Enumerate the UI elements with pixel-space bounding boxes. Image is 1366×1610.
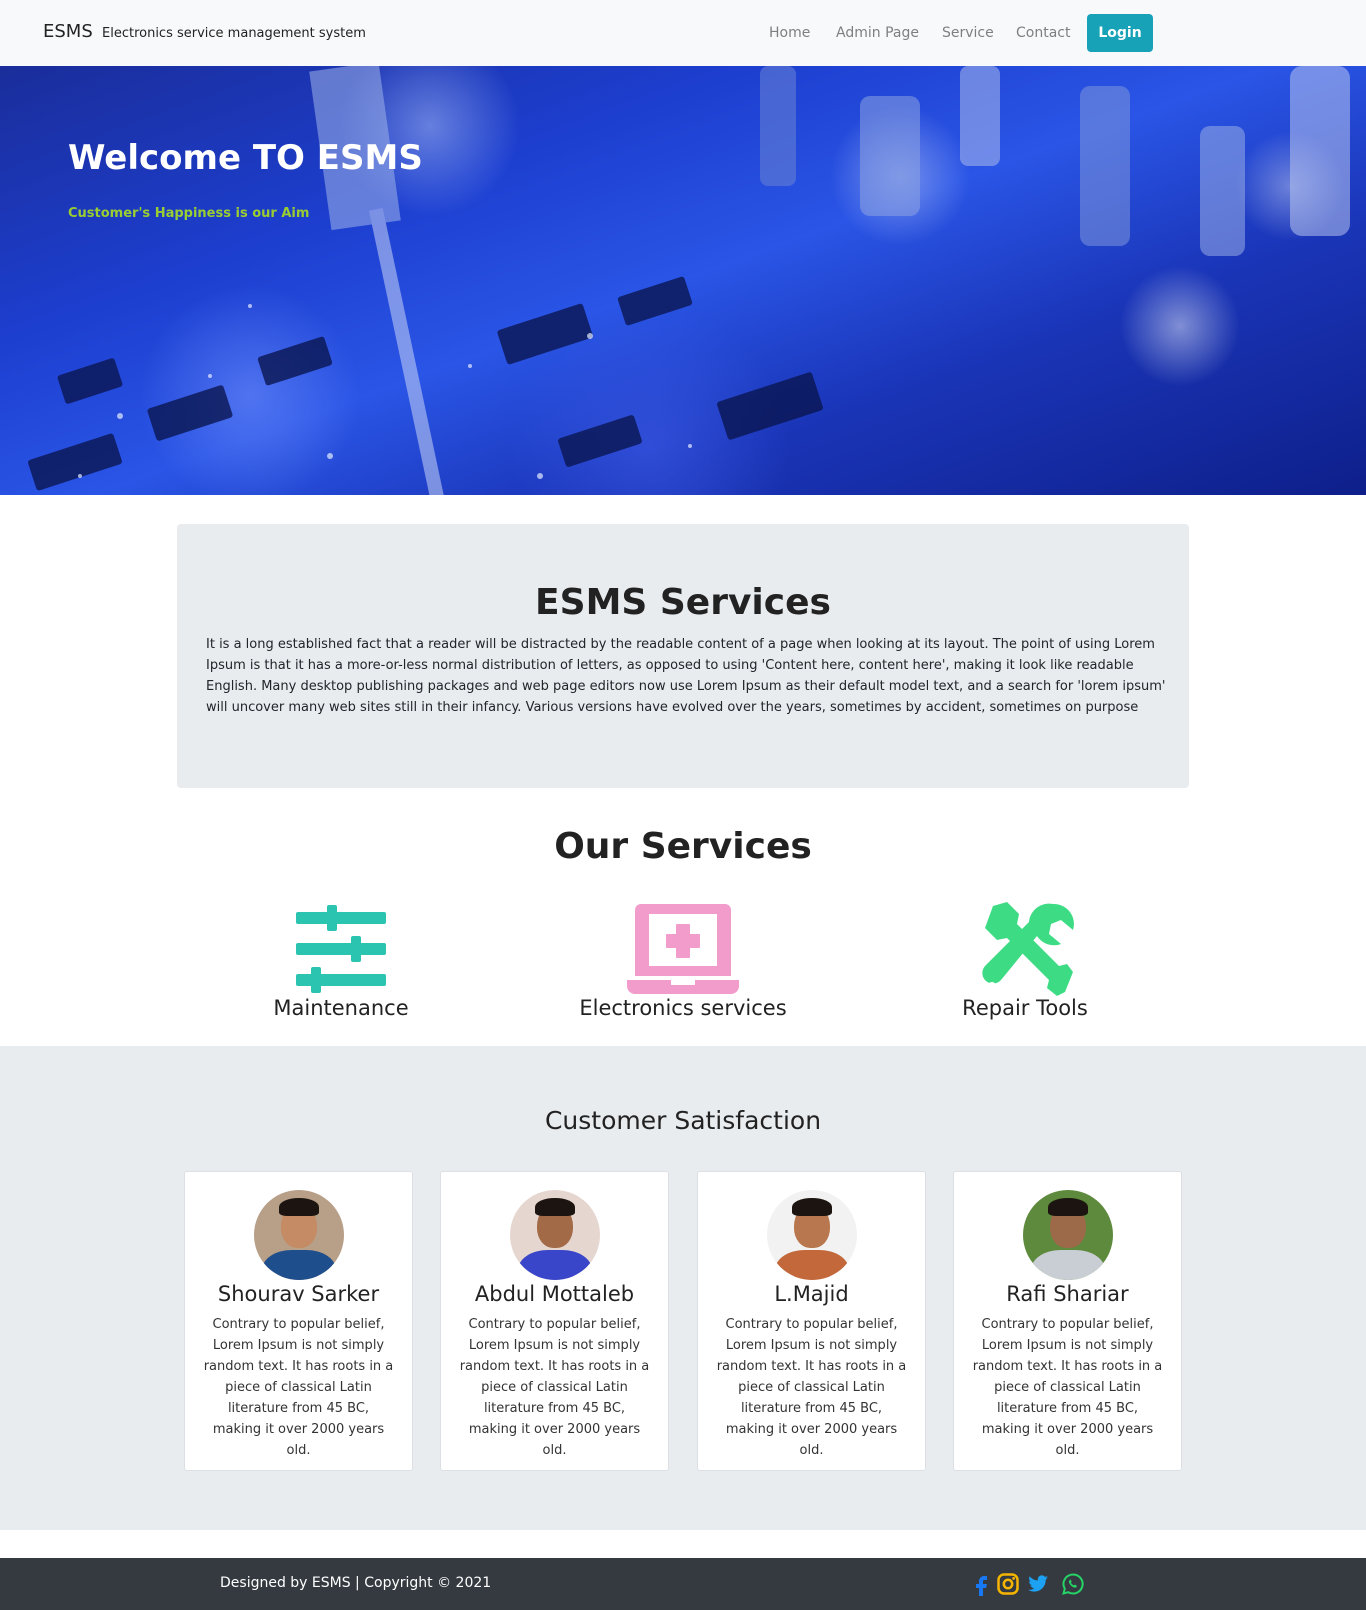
sliders-icon	[296, 905, 386, 993]
service-item-electronics: Electronics services	[553, 900, 813, 1020]
whatsapp-icon[interactable]	[1061, 1572, 1085, 1596]
about-title: ESMS Services	[535, 582, 831, 623]
testimonial-text: Contrary to popular belief, Lorem Ipsum …	[716, 1317, 907, 1458]
services-title: Our Services	[554, 826, 812, 867]
service-label-maintenance: Maintenance	[273, 996, 409, 1020]
service-item-maintenance: Maintenance	[211, 900, 471, 1020]
nav-contact-link[interactable]: Contact	[1016, 25, 1070, 41]
testimonial-card: Shourav Sarker Contrary to popular belie…	[184, 1171, 413, 1471]
avatar	[509, 1190, 600, 1280]
hero-title: Welcome TO ESMS	[68, 138, 423, 178]
nav-home-link[interactable]: Home	[769, 25, 810, 41]
circuit-board-background	[28, 66, 1350, 495]
facebook-icon[interactable]	[970, 1572, 994, 1596]
avatar	[1022, 1190, 1113, 1280]
avatar	[253, 1190, 344, 1280]
testimonial-text: Contrary to popular belief, Lorem Ipsum …	[459, 1317, 650, 1458]
footer-copyright: Designed by ESMS | Copyright © 2021	[220, 1575, 492, 1591]
top-navbar: ESMS Electronics service management syst…	[0, 0, 1366, 66]
testimonial-text: Contrary to popular belief, Lorem Ipsum …	[203, 1317, 394, 1458]
avatar	[766, 1190, 857, 1280]
nav-admin-page-link[interactable]: Admin Page	[836, 25, 919, 41]
testimonial-name: L.Majid	[774, 1282, 849, 1306]
hero-tagline: Customer's Happiness is our Aim	[68, 206, 310, 221]
service-label-electronics: Electronics services	[579, 996, 787, 1020]
customer-satisfaction-section: Customer Satisfaction Shourav Sarker Con…	[0, 1046, 1366, 1530]
service-label-repair-tools: Repair Tools	[962, 996, 1088, 1020]
testimonial-text: Contrary to popular belief, Lorem Ipsum …	[972, 1317, 1163, 1458]
laptop-medical-icon	[627, 904, 739, 994]
customer-satisfaction-title: Customer Satisfaction	[544, 1106, 822, 1135]
about-panel: ESMS Services It is a long established f…	[177, 524, 1189, 788]
hero-banner: Welcome TO ESMS Customer's Happiness is …	[0, 66, 1366, 495]
testimonial-name: Shourav Sarker	[217, 1282, 380, 1306]
about-text: It is a long established fact that a rea…	[206, 637, 1166, 715]
login-button[interactable]: Login	[1087, 14, 1153, 52]
twitter-icon[interactable]	[1026, 1572, 1050, 1596]
brand-logo[interactable]: ESMS	[43, 21, 93, 42]
tools-icon	[982, 902, 1074, 996]
testimonial-card: Rafi Shariar Contrary to popular belief,…	[953, 1171, 1182, 1471]
service-item-repair-tools: Repair Tools	[895, 900, 1155, 1020]
testimonial-name: Rafi Shariar	[1006, 1282, 1129, 1306]
testimonial-card: Abdul Mottaleb Contrary to popular belie…	[440, 1171, 669, 1471]
testimonial-card: L.Majid Contrary to popular belief, Lore…	[697, 1171, 926, 1471]
testimonial-name: Abdul Mottaleb	[474, 1282, 635, 1306]
nav-service-link[interactable]: Service	[942, 25, 994, 41]
instagram-icon[interactable]	[996, 1572, 1020, 1596]
brand-subtitle: Electronics service management system	[102, 26, 366, 41]
site-footer: Designed by ESMS | Copyright © 2021	[0, 1558, 1366, 1610]
